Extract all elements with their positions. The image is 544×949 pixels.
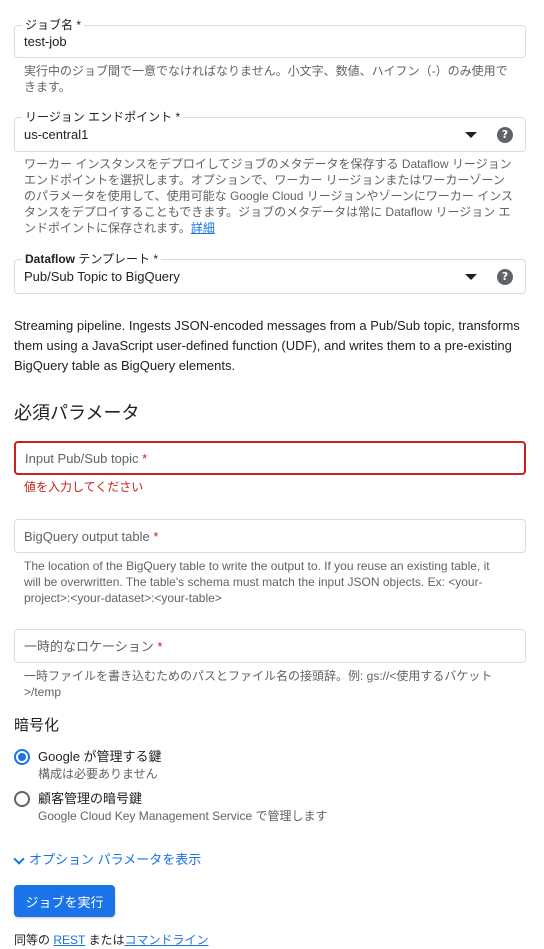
radio-google-managed-label: Google が管理する鍵 [38,749,162,764]
radio-selected-icon[interactable] [14,749,30,765]
radio-customer-managed-sub: Google Cloud Key Management Service で管理し… [38,809,328,823]
radio-customer-managed-label: 顧客管理の暗号鍵 [38,791,143,806]
template-description: Streaming pipeline. Ingests JSON-encoded… [14,318,520,373]
input-topic-error: 値を入力してください [24,480,144,494]
help-circle-icon[interactable]: ? [497,269,513,285]
output-table-placeholder: BigQuery output table * [24,529,159,544]
input-topic-placeholder: Input Pub/Sub topic * [25,451,148,466]
region-value: us-central1 [24,127,89,142]
input-topic-field[interactable]: Input Pub/Sub topic * [14,441,526,475]
temp-location-placeholder: 一時的なロケーション * [24,639,163,654]
output-table-hint: The location of the BigQuery table to wr… [24,559,490,605]
region-hint: ワーカー インスタンスをデプロイしてジョブのメタデータを保存する Dataflo… [24,157,513,235]
equivalent-links: 同等の REST またはコマンドライン [14,933,209,947]
job-name-field[interactable]: ジョブ名 * test-job [14,17,526,58]
required-params-title: 必須パラメータ [14,403,140,423]
chevron-down-icon [13,853,25,865]
dropdown-arrow-icon [465,132,477,138]
rest-link[interactable]: REST [53,933,85,947]
job-name-value: test-job [24,34,67,49]
job-name-label: ジョブ名 * [22,17,85,33]
template-select[interactable]: Dataflow テンプレート * Pub/Sub Topic to BigQu… [14,251,526,294]
region-select[interactable]: リージョン エンドポイント * us-central1 ? [14,109,526,152]
output-table-field[interactable]: BigQuery output table * [14,519,526,553]
temp-location-field[interactable]: 一時的なロケーション * [14,629,526,663]
radio-unselected-icon[interactable] [14,791,30,807]
job-name-hint: 実行中のジョブ間で一意でなければなりません。小文字、数値、ハイフン（-）のみ使用… [24,64,508,94]
region-label: リージョン エンドポイント * [22,109,184,125]
encryption-title: 暗号化 [14,717,60,734]
template-label: Dataflow テンプレート * [22,251,162,267]
command-line-link[interactable]: コマンドライン [124,933,208,947]
show-optional-params-toggle[interactable]: オプション パラメータを表示 [12,851,201,869]
radio-google-managed-sub: 構成は必要ありません [38,767,158,781]
template-value: Pub/Sub Topic to BigQuery [24,269,180,284]
run-job-button[interactable]: ジョブを実行 [14,885,115,917]
help-circle-icon[interactable]: ? [497,127,513,143]
dropdown-arrow-icon [465,274,477,280]
learn-more-link[interactable]: 詳細 [191,221,215,235]
temp-location-hint: 一時ファイルを書き込むためのパスとファイル名の接頭辞。例: gs://<使用する… [24,669,493,699]
